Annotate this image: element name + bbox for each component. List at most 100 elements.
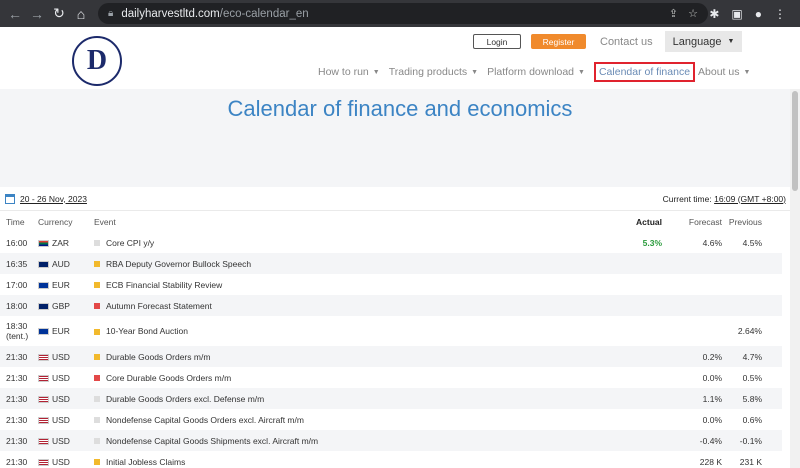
chevron-down-icon: ▼ <box>727 38 735 45</box>
row-event[interactable]: RBA Deputy Governor Bullock Speech <box>94 253 594 274</box>
row-currency: USD <box>38 346 94 367</box>
row-currency: USD <box>38 451 94 468</box>
scrollbar-thumb[interactable] <box>792 91 798 191</box>
site-logo[interactable]: D <box>72 36 122 86</box>
row-event[interactable]: Nondefense Capital Goods Orders excl. Ai… <box>94 409 594 430</box>
flag-icon <box>38 302 49 310</box>
home-icon[interactable]: ⌂ <box>72 5 90 23</box>
row-event[interactable]: Core Durable Goods Orders m/m <box>94 367 594 388</box>
reload-icon[interactable]: ↻ <box>50 5 68 23</box>
main-nav: How to run ▼ Trading products ▼ Platform d… <box>318 62 759 82</box>
url-host: dailyharvestltd.com <box>121 7 220 20</box>
nav-trading-products[interactable]: Trading products ▼ <box>389 66 478 78</box>
extensions-icon[interactable]: ✱ <box>709 7 719 21</box>
address-bar[interactable]: 🔒︎ dailyharvestltd.com/eco-calendar_en ⇪… <box>98 3 708 24</box>
table-row[interactable]: 21:30 USD Durable Goods Orders m/m 0.2% 4.7% <box>0 346 782 367</box>
table-row[interactable]: 18:30 (tent.) EUR 10-Year Bond Auction 2.64… <box>0 316 782 346</box>
nav-label: Platform download <box>487 66 575 78</box>
row-event[interactable]: ECB Financial Stability Review <box>94 274 594 295</box>
row-forecast <box>666 316 722 346</box>
page-title: Calendar of finance and economics <box>227 96 573 121</box>
calendar-icon[interactable] <box>5 193 15 204</box>
row-currency: EUR <box>38 274 94 295</box>
table-row[interactable]: 17:00 EUR ECB Financial Stability Review <box>0 274 782 295</box>
flag-icon <box>38 281 49 289</box>
importance-icon <box>94 240 100 247</box>
row-forecast: 0.0% <box>702 414 722 425</box>
nav-label: About us <box>698 66 740 78</box>
table-row[interactable]: 21:30 USD Initial Jobless Claims 228 K 231 K <box>0 451 782 468</box>
date-range-picker[interactable]: 20 - 26 Nov, 2023 <box>20 194 87 204</box>
nav-label: How to run <box>318 66 369 78</box>
nav-about-us[interactable]: About us ▼ <box>698 66 750 78</box>
nav-label: Calendar of finance <box>598 66 691 78</box>
importance-icon <box>94 417 100 424</box>
chevron-down-icon: ▼ <box>743 68 751 76</box>
row-previous: 4.5% <box>742 237 762 248</box>
calendar-toolbar: 20 - 26 Nov, 2023 Current time: 16:09 (G… <box>0 187 800 211</box>
chevron-down-icon: ▼ <box>578 68 585 76</box>
row-event[interactable]: Initial Jobless Claims <box>94 451 594 468</box>
row-time: 21:30 <box>6 414 28 425</box>
col-previous: Previous <box>728 216 762 227</box>
share-icon[interactable]: ⇪ <box>669 7 678 20</box>
contact-us-link[interactable]: Contact us <box>600 36 653 48</box>
current-time: Current time: 16:09 (GMT +8:00) <box>663 194 795 204</box>
back-icon[interactable]: ← <box>6 5 24 23</box>
table-row[interactable]: 16:00 ZAR Core CPI y/y 5.3% 4.6% 4.5% <box>0 232 782 253</box>
event-name: RBA Deputy Governor Bullock Speech <box>106 258 252 269</box>
row-event[interactable]: Nondefense Capital Goods Shipments excl.… <box>94 430 594 451</box>
currency-code: ZAR <box>52 237 69 248</box>
row-forecast: 1.1% <box>666 388 722 409</box>
register-button[interactable]: Register <box>531 34 586 49</box>
row-forecast: -0.4% <box>666 430 722 451</box>
row-previous: 4.7% <box>722 346 782 367</box>
flag-icon <box>38 395 49 403</box>
row-event[interactable]: Core CPI y/y <box>94 232 594 253</box>
table-row[interactable]: 21:30 USD Nondefense Capital Goods Shipmen… <box>0 430 782 451</box>
row-currency: USD <box>38 367 94 388</box>
row-event[interactable]: 10-Year Bond Auction <box>94 316 594 346</box>
language-dropdown[interactable]: Language ▼ <box>664 31 743 52</box>
event-name: Nondefense Capital Goods Orders excl. Ai… <box>106 414 304 425</box>
table-row[interactable]: 18:00 GBP Autumn Forecast Statement <box>0 295 782 316</box>
menu-icon[interactable]: ⋮ <box>774 7 786 21</box>
timezone-selector[interactable]: 16:09 (GMT +8:00) <box>714 194 786 204</box>
lock-icon[interactable]: 🔒︎ <box>108 8 113 19</box>
url-path: /eco-calendar_en <box>219 7 309 20</box>
row-event[interactable]: Durable Goods Orders m/m <box>94 346 594 367</box>
profile-icon[interactable]: ● <box>755 7 762 21</box>
flag-icon <box>38 260 49 268</box>
nav-how-to-run[interactable]: How to run ▼ <box>318 66 380 78</box>
table-row[interactable]: 21:30 USD Durable Goods Orders excl. Defen… <box>0 388 782 409</box>
table-row[interactable]: 21:30 USD Nondefense Capital Goods Orders … <box>0 409 782 430</box>
login-button[interactable]: Login <box>473 34 521 49</box>
nav-platform-download[interactable]: Platform download ▼ <box>487 66 585 78</box>
flag-icon <box>38 353 49 361</box>
row-event[interactable]: Autumn Forecast Statement <box>94 295 594 316</box>
col-time: Time <box>6 216 25 227</box>
row-time: 21:30 <box>0 388 38 409</box>
currency-code: USD <box>52 456 70 467</box>
side-panel-icon[interactable]: ▣ <box>731 7 742 21</box>
current-time-label: Current time: <box>662 193 712 204</box>
flag-icon <box>38 239 49 247</box>
nav-calendar-of-finance[interactable]: Calendar of finance <box>593 62 696 82</box>
row-event[interactable]: Durable Goods Orders excl. Defense m/m <box>94 388 594 409</box>
forward-icon[interactable]: → <box>28 5 46 23</box>
table-row[interactable]: 21:30 USD Core Durable Goods Orders m/m 0.0… <box>0 367 782 388</box>
page-scrollbar[interactable] <box>790 89 800 468</box>
row-currency: ZAR <box>38 232 94 253</box>
row-time: 16:35 <box>0 253 38 274</box>
table-row[interactable]: 16:35 AUD RBA Deputy Governor Bullock Spee… <box>0 253 782 274</box>
currency-code: USD <box>52 414 70 425</box>
bookmark-star-icon[interactable]: ☆ <box>688 7 698 20</box>
row-time: 21:30 <box>6 372 28 383</box>
event-name: Core Durable Goods Orders m/m <box>106 372 232 383</box>
event-name: Durable Goods Orders excl. Defense m/m <box>106 393 265 404</box>
currency-code: USD <box>52 435 70 446</box>
row-forecast: 0.0% <box>702 372 722 383</box>
importance-icon <box>94 328 100 335</box>
row-forecast: 228 K <box>699 456 722 467</box>
flag-icon <box>38 437 49 445</box>
